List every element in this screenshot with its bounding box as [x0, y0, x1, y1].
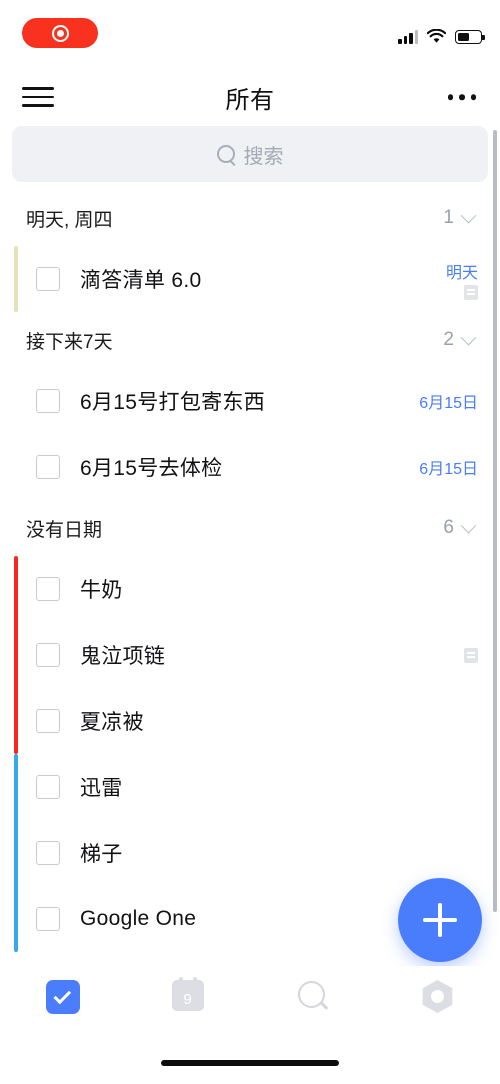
app-screen: 所有 搜索 明天, 周四 1 滴答清单 6.0 明天 接下来7天 2 6月15号打包寄东西 6… — [0, 0, 500, 1084]
note-icon — [464, 284, 478, 300]
task-title: 鬼泣项链 — [80, 645, 166, 668]
task-row[interactable]: 梯子 — [0, 820, 500, 886]
section-meta: 1 — [443, 207, 477, 229]
search-icon — [216, 144, 236, 164]
bottom-tab-bar: 9 — [0, 966, 500, 1084]
task-list: 明天, 周四 1 滴答清单 6.0 明天 接下来7天 2 6月15号打包寄东西 6月15日 6月… — [0, 190, 500, 966]
priority-color-rail — [14, 246, 18, 312]
tab-calendar[interactable]: 9 — [125, 977, 250, 1011]
status-icons — [398, 24, 485, 44]
priority-color-rail — [14, 556, 18, 754]
section-title: 接下来7天 — [26, 331, 113, 353]
task-title: 滴答清单 6.0 — [80, 269, 202, 292]
more-options-icon[interactable] — [447, 94, 476, 100]
top-navigation-bar: 所有 — [0, 68, 500, 126]
task-checkbox[interactable] — [36, 267, 60, 291]
task-row[interactable]: 迅雷 — [0, 754, 500, 820]
task-title: 6月15号打包寄东西 — [80, 391, 266, 414]
cellular-signal-icon — [398, 30, 418, 44]
settings-gear-icon — [421, 980, 454, 1013]
task-row[interactable]: 牛奶 — [0, 556, 500, 622]
section-title: 没有日期 — [26, 519, 103, 541]
task-checkbox-icon — [45, 980, 80, 1014]
search-placeholder: 搜索 — [243, 145, 284, 168]
task-due-date: 6月15日 — [419, 395, 478, 412]
note-icon — [464, 647, 478, 663]
section-meta: 2 — [443, 329, 477, 351]
section-meta: 6 — [443, 517, 477, 539]
page-title: 所有 — [225, 86, 275, 114]
vertical-scrollbar[interactable] — [493, 130, 497, 912]
section-header[interactable]: 没有日期 6 — [0, 500, 500, 556]
task-metadata: 明天 — [446, 259, 478, 300]
task-checkbox[interactable] — [36, 389, 60, 413]
task-title: 迅雷 — [80, 777, 123, 800]
tab-tasks[interactable] — [0, 980, 125, 1014]
section-count: 2 — [443, 329, 454, 350]
search-bar-container: 搜索 — [12, 126, 488, 182]
task-row[interactable]: 6月15号去体检 6月15日 — [0, 434, 500, 500]
task-checkbox[interactable] — [36, 577, 60, 601]
section-header[interactable]: 明天, 周四 1 — [0, 190, 500, 246]
task-title: 夏凉被 — [80, 711, 144, 734]
tab-search[interactable] — [250, 980, 375, 1014]
wifi-icon — [426, 28, 447, 44]
priority-color-rail — [14, 754, 18, 952]
task-checkbox[interactable] — [36, 643, 60, 667]
chevron-down-icon[interactable] — [460, 329, 477, 345]
add-task-button[interactable] — [398, 878, 482, 962]
status-bar — [0, 0, 500, 68]
task-row[interactable]: 夏凉被 — [0, 688, 500, 754]
chevron-down-icon[interactable] — [460, 207, 477, 223]
task-due-date: 明天 — [445, 264, 478, 282]
task-row[interactable]: 6月15号打包寄东西 6月15日 — [0, 368, 500, 434]
task-metadata: 6月15日 — [419, 389, 478, 413]
plus-icon — [423, 903, 457, 937]
section-header[interactable]: 接下来7天 2 — [0, 312, 500, 368]
task-row[interactable]: 滴答清单 6.0 明天 — [0, 246, 500, 312]
task-title: 牛奶 — [80, 579, 123, 602]
task-due-date: 6月15日 — [419, 461, 478, 478]
task-title: 6月15号去体检 — [80, 457, 223, 480]
section-count: 6 — [443, 517, 454, 538]
task-checkbox[interactable] — [36, 775, 60, 799]
task-row[interactable]: 鬼泣项链 — [0, 622, 500, 688]
search-icon — [296, 980, 330, 1014]
calendar-badge: 9 — [183, 991, 192, 1008]
task-title: 梯子 — [80, 843, 123, 866]
screen-recording-indicator — [22, 18, 98, 48]
search-input[interactable]: 搜索 — [12, 126, 488, 182]
record-ring-icon — [51, 24, 69, 42]
calendar-icon: 9 — [171, 977, 204, 1011]
section-count: 1 — [443, 207, 454, 228]
tab-settings[interactable] — [375, 980, 500, 1013]
chevron-down-icon[interactable] — [460, 517, 477, 533]
task-checkbox[interactable] — [36, 709, 60, 733]
battery-icon — [455, 30, 485, 44]
task-checkbox[interactable] — [36, 907, 60, 931]
task-metadata — [464, 647, 478, 663]
task-checkbox[interactable] — [36, 455, 60, 479]
task-title: Google One — [80, 907, 197, 930]
record-dot-icon — [56, 29, 64, 37]
section-title: 明天, 周四 — [26, 209, 113, 231]
task-metadata: 6月15日 — [419, 455, 478, 479]
task-checkbox[interactable] — [36, 841, 60, 865]
home-indicator — [161, 1060, 339, 1066]
